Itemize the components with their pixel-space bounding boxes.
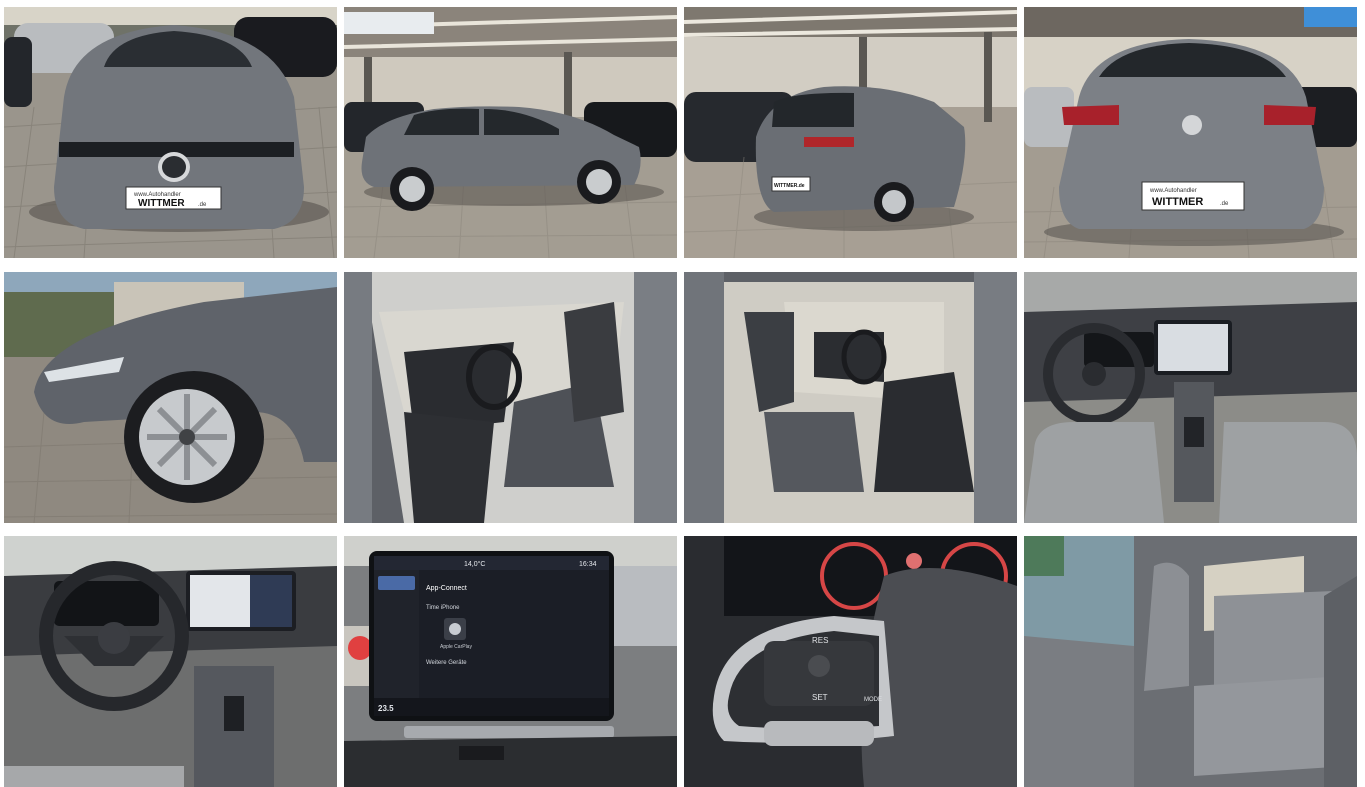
screen-carplay-label: Apple CarPlay (440, 644, 472, 650)
front-plate-line3: .de (198, 202, 207, 208)
infotainment-screen-photo[interactable]: 14,0°C 16:34 App-Connect Time iPhone App… (344, 536, 677, 787)
photo-gallery: www.Autohandler WITTMER .de WITTMER.de w… (0, 0, 1365, 787)
steering-wheel-buttons-photo[interactable]: RES SET MODE (684, 536, 1017, 787)
screen-climate-temp: 23.5 (378, 704, 394, 713)
rear-plate-line2: WITTMER (1152, 196, 1203, 208)
screen-more-label: Weitere Geräte (426, 660, 467, 666)
passenger-door-interior-photo[interactable] (684, 272, 1017, 523)
dashboard-overview-photo[interactable] (1024, 272, 1357, 523)
screen-status-temp: 14,0°C (464, 560, 485, 568)
front-wheel-photo[interactable] (4, 272, 337, 523)
rear-three-quarter-photo[interactable]: WITTMER.de (684, 7, 1017, 258)
wheel-btn-mode: MODE (864, 697, 882, 703)
rear-view-photo[interactable]: www.Autohandler WITTMER .de (1024, 7, 1357, 258)
screen-device-label: Time iPhone (426, 605, 460, 611)
driver-door-interior-photo[interactable] (344, 272, 677, 523)
screen-app-title: App-Connect (426, 585, 467, 592)
front-plate-line2: WITTMER (138, 198, 185, 209)
rear-seats-photo[interactable] (1024, 536, 1357, 787)
wheel-btn-res: RES (812, 636, 828, 645)
cockpit-steering-photo[interactable] (4, 536, 337, 787)
rear-plate-line3: .de (1220, 201, 1229, 207)
wheel-btn-set: SET (812, 693, 828, 702)
rear34-plate: WITTMER.de (774, 183, 805, 189)
side-profile-photo[interactable] (344, 7, 677, 258)
rear-plate-line1: www.Autohandler (1149, 188, 1197, 194)
screen-status-time: 16:34 (579, 561, 597, 568)
front-view-photo[interactable]: www.Autohandler WITTMER .de (4, 7, 337, 258)
